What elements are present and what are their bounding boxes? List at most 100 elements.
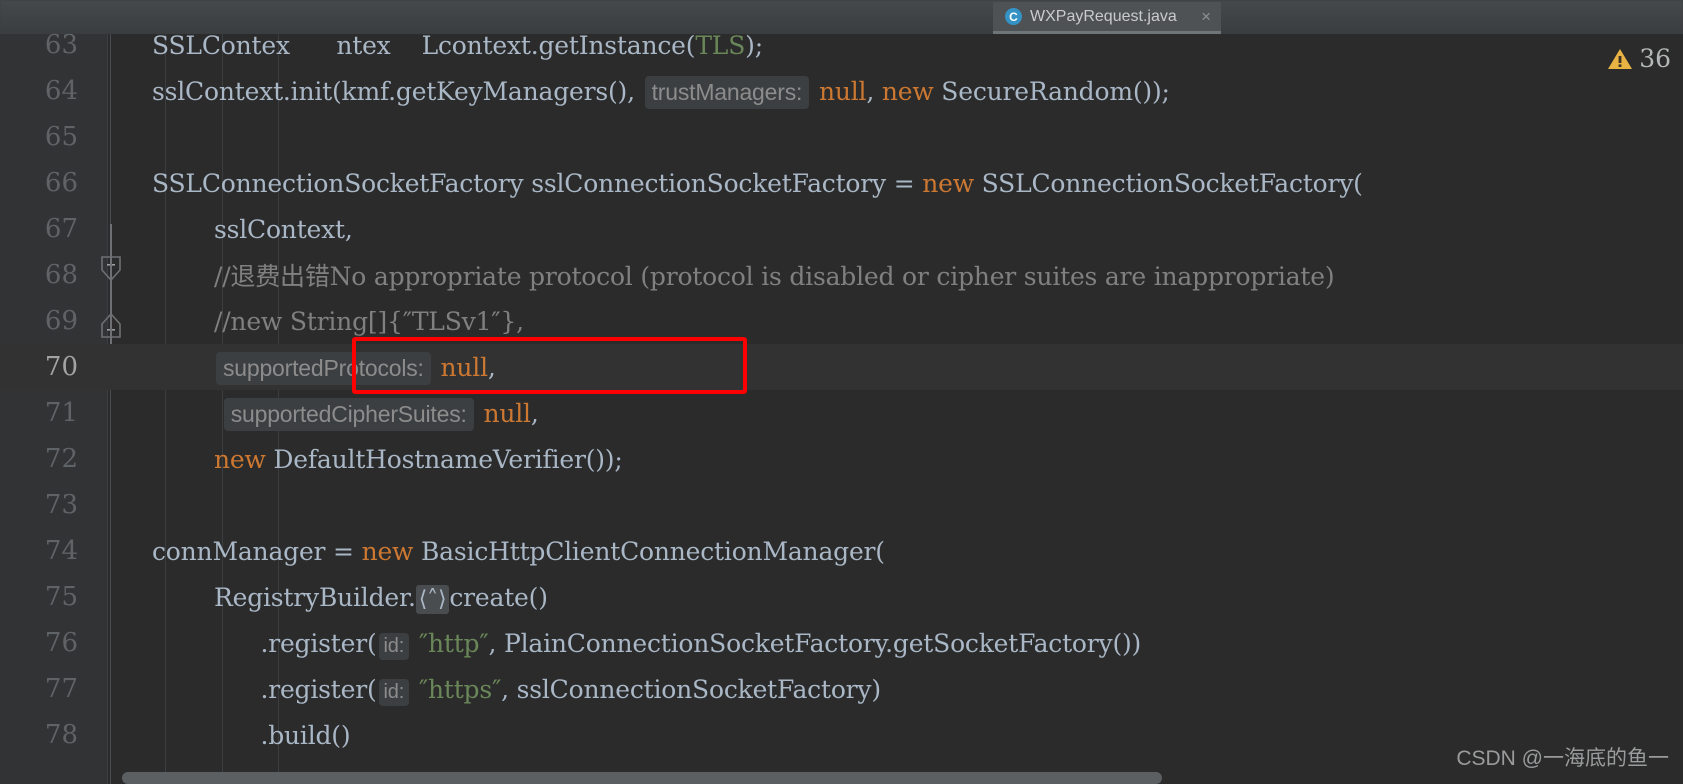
line-number: 71	[44, 398, 78, 428]
token: );	[745, 30, 763, 60]
code-text: supportedProtocols: null,	[92, 351, 496, 385]
watermark: CSDN @一海底的鱼一	[1456, 747, 1669, 770]
token: x	[275, 30, 337, 60]
token: , PlainConnectionSocketFactory.getSocket…	[488, 628, 1142, 658]
parameter-hint: supportedCipherSuites:	[223, 397, 474, 431]
line-number: 68	[44, 260, 78, 290]
token: SSLConnectionSocketFactory(	[973, 168, 1363, 198]
code-text: //退费出错No appropriate protocol (protocol …	[92, 257, 1335, 293]
token: .register(	[152, 674, 377, 704]
code-text: .build()	[92, 721, 350, 750]
token: ,	[487, 352, 496, 382]
token: ,	[866, 76, 882, 106]
code-line-75[interactable]: 75 RegistryBuilder. ⟨˄⟩ create()	[0, 574, 1683, 620]
code-text: .register(id: ″http″, PlainConnectionSoc…	[92, 628, 1142, 660]
token: ,	[530, 398, 539, 428]
code-line-72[interactable]: 72 new DefaultHostnameVerifier());	[0, 436, 1683, 482]
code-text: new DefaultHostnameVerifier());	[92, 445, 623, 474]
code-text: supportedCipherSuites: null,	[92, 397, 539, 431]
code-text: connManager = new BasicHttpClientConnect…	[92, 537, 885, 566]
code-text: .register(id: ″https″, sslConnectionSock…	[92, 674, 881, 706]
code-lines: 63 SSLContex ntex Lcontext.getInstance(TL…	[0, 30, 1683, 784]
code-line-70[interactable]: 70 supportedProtocols: null,	[0, 344, 1683, 390]
token: , sslConnectionSocketFactory)	[501, 674, 881, 704]
line-number: 72	[44, 444, 78, 474]
token: sslContext,	[152, 214, 353, 244]
line-number: 74	[44, 536, 78, 566]
code-text: sslContext.init(kmf.getKeyManagers(), tr…	[92, 75, 1170, 109]
token: .build()	[152, 720, 351, 750]
code-text: SSLConnectionSocketFactory sslConnection…	[92, 169, 1363, 198]
code-line-69[interactable]: 69 //new String[]{″TLSv1″},	[0, 298, 1683, 344]
code-text: SSLContex ntex Lcontext.getInstance(TLS)…	[92, 31, 763, 60]
code-line-68[interactable]: 68 //退费出错No appropriate protocol (protoc…	[0, 252, 1683, 298]
code-text: //new String[]{″TLSv1″},	[92, 307, 524, 336]
line-number: 69	[44, 306, 78, 336]
token: SSLConnectionSocketFactory sslConnection…	[152, 168, 923, 198]
token: new	[361, 536, 414, 566]
token: BasicHttpClientConnectionManager(	[413, 536, 885, 566]
parameter-hint: id:	[378, 678, 410, 706]
code-line-65[interactable]: 65	[0, 114, 1683, 160]
token: connManager =	[152, 536, 362, 566]
token: null	[483, 398, 531, 428]
token: new	[881, 76, 934, 106]
code-line-63[interactable]: 63 SSLContex ntex Lcontext.getInstance(TL…	[0, 22, 1683, 68]
token: new	[213, 444, 266, 474]
code-line-67[interactable]: 67 sslContext,	[0, 206, 1683, 252]
line-number: 65	[44, 122, 78, 152]
code-editor[interactable]: 36 63SSLContex ntex Lcontext.getInstanc	[0, 30, 1683, 784]
token: ″https″	[418, 674, 502, 704]
code-line-76[interactable]: 76 .register(id: ″http″, PlainConnection…	[0, 620, 1683, 666]
token: //new String[]{″TLSv1″},	[152, 306, 524, 336]
code-line-77[interactable]: 77 .register(id: ″https″, sslConnectionS…	[0, 666, 1683, 712]
line-number: 70	[44, 352, 78, 382]
code-line-64[interactable]: 64 sslContext.init(kmf.getKeyManagers(), …	[0, 68, 1683, 114]
line-number: 64	[44, 76, 78, 106]
line-number: 75	[44, 582, 78, 612]
parameter-hint: id:	[378, 632, 410, 660]
line-number: 73	[44, 490, 78, 520]
token: RegistryBuilder.	[152, 582, 416, 612]
code-line-73[interactable]: 73	[0, 482, 1683, 528]
parameter-hint: trustManagers:	[644, 75, 810, 109]
line-number: 76	[44, 628, 78, 658]
code-line-66[interactable]: 66 SSLConnectionSocketFactory sslConnecti…	[0, 160, 1683, 206]
parameter-hint: supportedProtocols:	[215, 351, 431, 385]
ide-window: C WXPayRequest.java × 36 63 SSLContex nt…	[0, 0, 1683, 784]
line-number: 66	[44, 168, 78, 198]
code-line-71[interactable]: 71 supportedCipherSuites: null,	[0, 390, 1683, 436]
code-line-74[interactable]: 74 connManager = new BasicHttpClientConne…	[0, 528, 1683, 574]
token: .register(	[152, 628, 377, 658]
token: ntex	[336, 30, 391, 60]
token: Lcontext.getInstance(	[421, 30, 696, 60]
token: sslContext.init(kmf.getKeyManagers(),	[152, 76, 643, 106]
generic-fold-chip: ⟨˄⟩	[415, 584, 450, 614]
token: SSLConte	[152, 30, 276, 60]
token: ″http″	[418, 628, 489, 658]
token: null	[440, 352, 489, 382]
token: null	[818, 76, 867, 106]
token: SecureRandom());	[933, 76, 1170, 106]
line-number: 63	[44, 30, 78, 60]
token: create()	[449, 582, 548, 612]
line-number: 67	[44, 214, 78, 244]
line-number: 77	[44, 674, 78, 704]
token: DefaultHostnameVerifier());	[265, 444, 623, 474]
horizontal-scrollbar[interactable]	[122, 772, 1162, 784]
token: //退费出错No appropriate protocol (protocol …	[152, 262, 1335, 291]
token: TLS	[695, 30, 746, 60]
code-text: sslContext,	[92, 215, 353, 244]
line-number: 78	[44, 720, 78, 750]
code-line-78[interactable]: 78 .build()	[0, 712, 1683, 758]
token: new	[922, 168, 974, 198]
code-text: RegistryBuilder. ⟨˄⟩ create()	[92, 582, 548, 614]
